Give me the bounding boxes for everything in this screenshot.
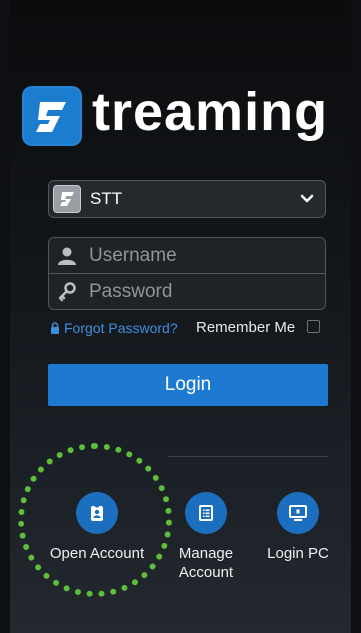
password-row bbox=[49, 274, 325, 309]
password-input[interactable] bbox=[87, 277, 321, 307]
login-button[interactable]: Login bbox=[48, 364, 328, 406]
username-row bbox=[49, 238, 325, 273]
key-icon bbox=[58, 282, 76, 302]
chevron-down-icon bbox=[300, 194, 314, 203]
streaming-logo: treaming bbox=[22, 82, 351, 150]
document-list-icon bbox=[185, 492, 227, 534]
logo-text: treaming bbox=[92, 82, 329, 142]
monitor-icon bbox=[277, 492, 319, 534]
lock-icon bbox=[51, 322, 59, 334]
server-select[interactable]: STT bbox=[48, 180, 326, 218]
forgot-password-link[interactable]: Forgot Password? bbox=[50, 320, 178, 336]
login-pc-label: Login PC bbox=[267, 545, 329, 562]
username-input[interactable] bbox=[87, 241, 321, 271]
login-screen: treaming STT Username Forgot Password? R… bbox=[10, 0, 351, 633]
manage-account-label: Manage Account bbox=[178, 545, 234, 581]
dotted-highlight-circle bbox=[18, 443, 172, 597]
server-select-value: STT bbox=[90, 189, 123, 208]
forgot-password-label: Forgot Password? bbox=[64, 320, 178, 336]
logo-badge-icon bbox=[22, 86, 82, 146]
section-divider bbox=[168, 456, 328, 457]
credentials-group bbox=[48, 237, 326, 310]
manage-account-button[interactable]: Manage Account bbox=[166, 492, 246, 582]
user-icon bbox=[58, 247, 76, 265]
login-pc-button[interactable]: Login PC bbox=[258, 492, 338, 563]
remember-me-checkbox[interactable] bbox=[307, 320, 320, 333]
remember-me-label: Remember Me bbox=[196, 319, 296, 336]
server-logo-icon bbox=[53, 185, 81, 213]
